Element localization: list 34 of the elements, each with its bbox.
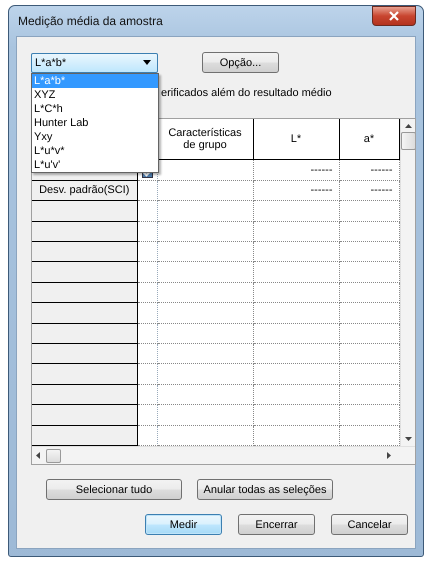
checkbox-label: erificados além do resultado médio (161, 87, 332, 99)
table-cell: ------ (339, 160, 399, 180)
dropdown-option[interactable]: L*u*v* (32, 144, 158, 158)
table-cell: ------ (339, 180, 399, 201)
color-space-dropdown[interactable]: L*a*b* (31, 52, 158, 72)
row-header: Desv. padrão(SCI) (32, 180, 137, 201)
selection-button[interactable]: Anular todas as seleções (197, 479, 333, 500)
dialog-button[interactable]: Encerrar (238, 514, 315, 535)
right-arrow-icon (387, 452, 391, 459)
dropdown-option[interactable]: Yxy (32, 130, 158, 144)
dropdown-option[interactable]: Hunter Lab (32, 116, 158, 130)
column-header: Características de grupo (157, 119, 253, 160)
table-cell: ------ (253, 160, 339, 180)
dropdown-option[interactable]: L*u'v' (32, 158, 158, 172)
column-header: a* (339, 119, 399, 160)
down-arrow-icon (404, 437, 412, 441)
window-title: Medição média da amostra (17, 14, 163, 28)
close-button[interactable] (372, 6, 416, 26)
option-button[interactable]: Opção... (202, 52, 279, 73)
close-icon (388, 11, 400, 21)
vertical-scrollbar[interactable] (400, 119, 415, 446)
dropdown-option[interactable]: L*C*h (32, 102, 158, 116)
left-arrow-icon (36, 452, 40, 459)
horizontal-scrollbar[interactable] (32, 446, 415, 464)
dialog-button[interactable]: Medir (145, 514, 222, 535)
up-arrow-icon (404, 124, 412, 128)
dialog-button[interactable]: Cancelar (331, 514, 408, 535)
dropdown-option[interactable]: XYZ (32, 88, 158, 102)
scrollbar-thumb[interactable] (46, 448, 61, 462)
scrollbar-thumb[interactable] (400, 132, 415, 150)
table-cell: ------ (253, 180, 339, 201)
caret-icon (143, 60, 151, 65)
column-header: L* (253, 119, 339, 160)
selection-button[interactable]: Selecionar tudo (46, 479, 182, 500)
